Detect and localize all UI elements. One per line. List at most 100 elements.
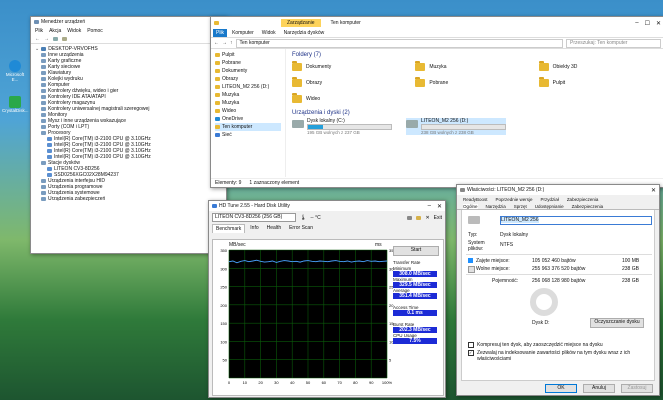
tab-benchmark[interactable]: Benchmark (212, 224, 246, 233)
hdtune-window: HD Tune 2.55 - Hard Disk Utility – ✕ LITE… (208, 200, 446, 398)
nav-item[interactable]: Muzyka (215, 91, 281, 99)
tab-komputer[interactable]: Komputer (229, 29, 257, 37)
tab-udostepnianie[interactable]: Udostępnianie (535, 204, 564, 209)
nav-item-label: Muzyka (222, 100, 240, 106)
folder-item[interactable]: Muzyka (415, 60, 534, 74)
nav-item[interactable]: LITEON_M2 256 (D:) (215, 83, 281, 91)
label-input[interactable]: LITEON_M2 256 (500, 216, 652, 225)
nav-item-label: Pulpit (222, 52, 235, 58)
folder-item[interactable]: Wideo (292, 92, 411, 106)
back-icon[interactable]: ← (214, 40, 219, 46)
forward-icon[interactable]: → (44, 36, 49, 42)
nav-item[interactable]: Dokumenty (215, 67, 281, 75)
search-input[interactable]: Przeszukaj: Ten komputer (566, 38, 661, 48)
drive-icon (406, 120, 418, 128)
up-icon[interactable]: ↑ (230, 40, 233, 46)
tab-narzedzia-dyskow[interactable]: Narzędzia dysków (281, 29, 328, 37)
nav-item[interactable]: Ten komputer (215, 123, 281, 131)
nav-item-icon (215, 53, 220, 57)
folder-item[interactable]: Obrazy (292, 76, 411, 90)
properties-icon[interactable] (53, 37, 58, 41)
nav-pane: Pulpit Pobrane Dokumenty Obrazy LITEON_M2 25… (211, 49, 286, 177)
edge-icon (9, 60, 21, 72)
drive-item[interactable]: Dysk lokalny (C:) 195 GB wolnych z 237 GB (292, 118, 392, 135)
folders-header[interactable]: Foldery (7) (292, 52, 658, 58)
tab-error-scan[interactable]: Error Scan (286, 224, 316, 233)
drives-header[interactable]: Urządzenia i dyski (2) (292, 110, 658, 116)
x-tick-label: 10 (243, 380, 248, 385)
refresh-icon[interactable] (62, 37, 67, 41)
forward-icon[interactable]: → (222, 40, 227, 46)
y-tick-label: 350 (220, 248, 227, 253)
nav-item[interactable]: OneDrive (215, 115, 281, 123)
device-icon (41, 125, 46, 129)
tab-ogolne[interactable]: Ogólne (463, 204, 478, 209)
drive-select[interactable]: LITEON CV3-8D256 (256 GB) (212, 213, 296, 222)
x-tick-label: 90 (369, 380, 374, 385)
nav-item[interactable]: Pulpit (215, 51, 281, 59)
access-time-value: 0.1 ms (393, 310, 437, 316)
minimize-icon[interactable]: – (428, 203, 431, 210)
index-option[interactable]: ✓ Zezwalaj na indeksowanie zawartości pl… (468, 350, 648, 362)
drive-free-text: 195 GB wolnych z 237 GB (307, 130, 360, 135)
close-icon[interactable]: ✕ (651, 187, 656, 194)
device-icon (41, 59, 46, 63)
tab-zabezpieczenia[interactable]: Zabezpieczenia (572, 204, 604, 209)
menu-pomoc[interactable]: Pomoc (87, 28, 103, 34)
disk-cleanup-button[interactable]: Oczyszczanie dysku (590, 318, 644, 328)
tree-item[interactable]: Urządzenia zabezpieczeń (35, 196, 222, 202)
maximize-icon[interactable]: ☐ (645, 20, 650, 27)
cancel-button[interactable]: Anuluj (583, 384, 615, 393)
close-icon[interactable]: ✕ (437, 203, 442, 210)
tab-plik[interactable]: Plik (213, 29, 228, 37)
hdtune-icon (212, 204, 217, 208)
folder-item[interactable]: Dokumenty (292, 60, 411, 74)
start-button[interactable]: Start (393, 246, 439, 256)
device-icon (41, 179, 46, 183)
compress-checkbox[interactable] (468, 342, 474, 348)
close-icon[interactable]: ✕ (656, 20, 661, 27)
folder-item[interactable]: Pobrane (415, 76, 534, 90)
drive-item[interactable]: LITEON_M2 256 (D:) 238 GB wolnych z 238 G… (406, 118, 506, 135)
exit-button[interactable]: Exit (434, 215, 442, 221)
device-manager-window: Menedżer urządzeń Plik Akcja Widok Pomoc… (30, 16, 227, 254)
folder-label: Obrazy (306, 80, 323, 86)
back-icon[interactable]: ← (35, 36, 40, 42)
tab-health[interactable]: Health (264, 224, 284, 233)
options-icon[interactable] (416, 215, 422, 220)
tab-widok[interactable]: Widok (259, 29, 279, 37)
device-icon (41, 71, 46, 75)
tab-poprzednie-wersje[interactable]: Poprzednie wersje (496, 197, 533, 202)
menu-akcja[interactable]: Akcja (49, 28, 61, 34)
minimize-icon[interactable]: – (635, 20, 638, 27)
address-bar[interactable]: Ten komputer (235, 38, 563, 48)
exit-icon[interactable]: ✕ (425, 215, 429, 221)
tab-sprzet[interactable]: Sprzęt (514, 204, 527, 209)
save-icon[interactable] (407, 215, 413, 220)
computer-icon (41, 47, 47, 51)
tab-przydzial[interactable]: Przydział (541, 197, 559, 202)
apply-button[interactable]: Zastosuj (621, 384, 653, 393)
desktop: { "desktop": { "icons": [ {"label": "Mic… (0, 0, 663, 400)
tab-narzedzia[interactable]: Narzędzia (486, 204, 506, 209)
copy-icon[interactable] (398, 216, 403, 220)
desktop-icon-edge[interactable]: Microsoft E... (2, 60, 28, 82)
index-checkbox[interactable]: ✓ (468, 350, 474, 356)
nav-item[interactable]: Pobrane (215, 59, 281, 67)
nav-item[interactable]: Obrazy (215, 75, 281, 83)
ok-button[interactable]: OK (545, 384, 577, 393)
compress-option[interactable]: Kompresuj ten dysk, aby zaoszczędzić mie… (468, 342, 654, 348)
menu-plik[interactable]: Plik (35, 28, 43, 34)
folder-item[interactable]: Pulpit (538, 76, 658, 90)
nav-item[interactable]: Muzyka (215, 99, 281, 107)
tab-info[interactable]: Info (247, 224, 261, 233)
nav-item[interactable]: Sieć (215, 131, 281, 139)
menu-widok[interactable]: Widok (67, 28, 81, 34)
folder-icon (292, 61, 302, 71)
nav-item-icon (215, 101, 220, 105)
folder-item[interactable]: Obiekty 3D (538, 60, 658, 74)
nav-item[interactable]: Wideo (215, 107, 281, 115)
tab-zabezpieczenia-top[interactable]: Zabezpieczenia (567, 197, 599, 202)
tab-readyboost[interactable]: ReadyBoost (463, 197, 488, 202)
desktop-icon-crystaldisk[interactable]: CrystalDisk... (2, 96, 29, 113)
